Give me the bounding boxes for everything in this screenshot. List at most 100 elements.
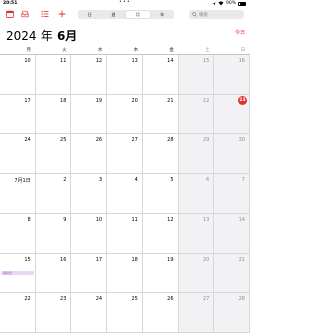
add-event-icon[interactable]: [57, 9, 67, 19]
day-cell[interactable]: 25: [107, 293, 143, 333]
month-label: 6月: [56, 29, 78, 43]
battery-icon: [238, 1, 246, 6]
day-cell[interactable]: 7: [214, 174, 250, 214]
date-number: 2: [63, 177, 67, 184]
day-cell[interactable]: 15: [178, 55, 215, 95]
date-number: 10: [24, 58, 31, 64]
day-cell[interactable]: 9: [35, 213, 72, 254]
day-cell[interactable]: 16: [214, 55, 250, 95]
day-cell[interactable]: 16: [35, 253, 72, 294]
day-cell[interactable]: 22: [178, 94, 215, 135]
month-header: 2024 年 6月 今日: [0, 25, 250, 45]
day-cell[interactable]: 11: [35, 55, 72, 95]
date-number: 14: [167, 58, 174, 64]
date-number: 26: [95, 137, 103, 144]
day-cell[interactable]: 22: [0, 293, 36, 333]
day-cell[interactable]: 15 海の日: [0, 253, 36, 294]
day-cell[interactable]: 28: [142, 134, 179, 175]
day-cell[interactable]: 26: [71, 134, 108, 175]
day-cell[interactable]: 5: [142, 174, 179, 214]
date-number: 15: [202, 58, 210, 64]
view-segmented-control: 日 週 月 年: [78, 10, 174, 19]
day-cell[interactable]: 27: [178, 293, 215, 333]
day-cell[interactable]: 21: [142, 94, 179, 135]
battery-percent: 90%: [225, 1, 236, 6]
view-month-tab[interactable]: 月: [126, 10, 150, 19]
date-number: 19: [167, 256, 174, 263]
date-number: 21: [238, 256, 245, 263]
view-day-tab[interactable]: 日: [78, 10, 102, 19]
day-cell[interactable]: 23: [214, 94, 250, 135]
date-number: 11: [131, 216, 138, 223]
date-number: 15: [24, 256, 31, 263]
day-cell[interactable]: 4: [107, 174, 143, 214]
inbox-icon[interactable]: [20, 9, 30, 19]
day-cell[interactable]: 23: [35, 293, 72, 333]
day-cell[interactable]: 12: [142, 213, 179, 254]
date-number: 17: [95, 256, 103, 263]
day-cell[interactable]: 30: [214, 134, 250, 175]
date-number: 25: [131, 296, 138, 303]
calendars-icon[interactable]: [5, 9, 15, 19]
day-cell[interactable]: 18: [107, 253, 143, 294]
day-cell[interactable]: 10: [0, 55, 36, 95]
day-cell[interactable]: 7月1日: [0, 174, 36, 214]
day-cell[interactable]: 6: [178, 174, 215, 214]
multitasking-dots[interactable]: •••: [119, 0, 131, 5]
day-cell[interactable]: 13: [107, 55, 143, 95]
date-number: 8: [27, 216, 31, 223]
date-number: 29: [202, 137, 210, 144]
day-cell[interactable]: 21: [214, 253, 250, 294]
day-cell[interactable]: 12: [71, 55, 108, 95]
day-cell[interactable]: 24: [71, 293, 108, 333]
date-number: 20: [131, 97, 138, 104]
search-field[interactable]: 検索: [189, 10, 244, 19]
date-number: 20: [202, 256, 210, 263]
day-cell[interactable]: 14: [214, 213, 250, 254]
day-cell[interactable]: 11: [107, 213, 143, 254]
year-label: 2024: [6, 29, 37, 43]
day-cell[interactable]: 8: [0, 213, 36, 254]
day-cell[interactable]: 17: [0, 94, 36, 135]
date-number: 13: [202, 216, 210, 223]
view-year-tab[interactable]: 年: [150, 10, 174, 19]
date-number: 17: [24, 97, 31, 104]
date-number: 7月1日: [14, 178, 31, 185]
day-cell[interactable]: 24: [0, 134, 36, 175]
day-cell[interactable]: 3: [71, 174, 108, 214]
day-cell[interactable]: 27: [107, 134, 143, 175]
date-number: 19: [95, 97, 103, 104]
date-number: 3: [98, 177, 103, 184]
day-cell[interactable]: 17: [71, 253, 108, 294]
day-cell[interactable]: 28: [214, 293, 250, 333]
date-number: 16: [238, 58, 245, 64]
today-button[interactable]: 今日: [235, 29, 245, 36]
view-week-tab[interactable]: 週: [102, 10, 126, 19]
list-view-icon[interactable]: [40, 9, 50, 19]
status-bar: 20:51 ••• 90%: [0, 0, 250, 8]
day-cell[interactable]: 20: [178, 253, 215, 294]
day-cell[interactable]: 19: [142, 253, 179, 294]
date-number: 27: [202, 296, 210, 303]
day-cell[interactable]: 13: [178, 213, 215, 254]
weekday-label: 月: [26, 48, 32, 53]
calendar-event[interactable]: 海の日: [1, 270, 34, 275]
date-number: 25: [60, 137, 67, 144]
day-cell[interactable]: 29: [178, 134, 215, 175]
day-cell[interactable]: 25: [35, 134, 72, 175]
date-number: 28: [167, 137, 174, 144]
day-cell[interactable]: 19: [71, 94, 108, 135]
weekday-label: 日: [240, 48, 246, 53]
day-cell[interactable]: 14: [142, 55, 179, 95]
date-number: 23: [60, 296, 67, 303]
day-cell[interactable]: 26: [142, 293, 179, 333]
wifi-icon: [218, 1, 224, 6]
day-cell[interactable]: 20: [107, 94, 143, 135]
date-number: 26: [167, 296, 174, 303]
date-number: 28: [238, 296, 245, 303]
date-number: 6: [206, 177, 210, 184]
weekday-label: 金: [169, 48, 174, 53]
day-cell[interactable]: 18: [35, 94, 72, 135]
day-cell[interactable]: 2: [35, 174, 72, 214]
day-cell[interactable]: 10: [71, 213, 108, 254]
